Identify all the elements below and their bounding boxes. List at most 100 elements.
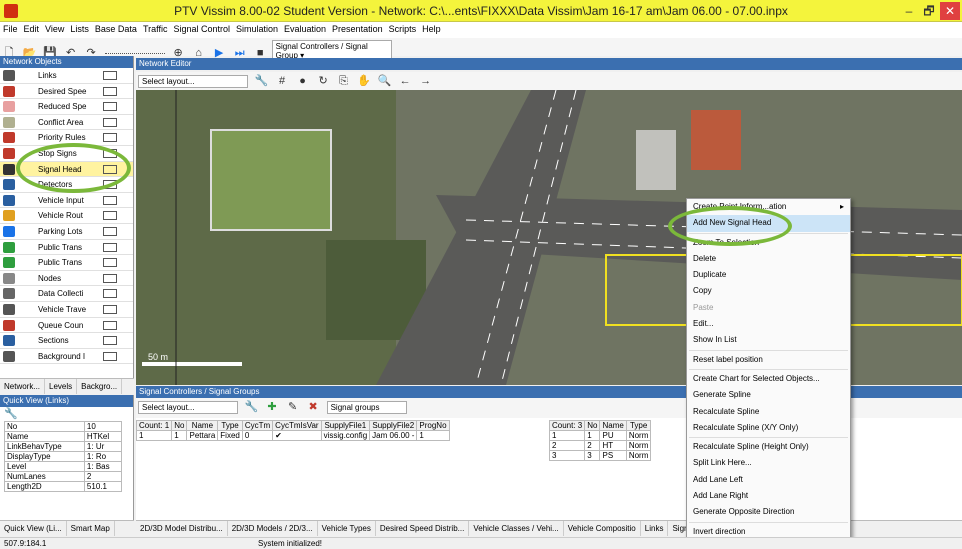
back-icon[interactable]: ← — [398, 74, 412, 88]
menu-base-data[interactable]: Base Data — [92, 22, 140, 36]
edit-icon[interactable]: ✎ — [286, 400, 300, 414]
menu-lists[interactable]: Lists — [67, 22, 92, 36]
visibility-toggle[interactable] — [103, 117, 117, 127]
quick-view-row[interactable]: NumLanes 2 — [4, 471, 123, 482]
menu-edit[interactable]: Edit — [21, 22, 43, 36]
maximize-button[interactable]: 🗗 — [920, 2, 938, 20]
visibility-toggle[interactable] — [103, 86, 117, 96]
quick-view-row[interactable]: Length2D 510.1 — [4, 481, 123, 492]
column-header[interactable]: No — [584, 420, 601, 431]
visibility-toggle[interactable] — [103, 102, 117, 112]
sg-layout-select[interactable]: Select layout... — [138, 401, 238, 414]
visibility-toggle[interactable] — [103, 211, 117, 221]
network-object-item[interactable]: Vehicle Trave — [0, 301, 133, 318]
table-row[interactable]: 1 1 Pettara Fixed 0 ✔ vissig.config Jam 06.00 -… — [135, 430, 450, 441]
context-menu-item[interactable]: Recalculate Spline (X/Y Only) — [687, 420, 850, 436]
table-cell[interactable]: 1 — [548, 430, 586, 441]
context-menu-item[interactable]: Split Link Here... — [687, 455, 850, 471]
table-cell[interactable]: PS — [599, 450, 627, 461]
column-header[interactable]: CycTm — [241, 420, 274, 431]
table-cell[interactable]: Norm — [625, 440, 652, 451]
quick-view-row[interactable]: DisplayType 1: Ro — [4, 451, 123, 462]
table-cell[interactable]: Norm — [625, 430, 652, 441]
table-cell[interactable]: 2 — [584, 440, 601, 451]
column-header[interactable]: Count: 1 — [135, 420, 173, 431]
list-tab[interactable]: Links — [641, 521, 669, 536]
visibility-toggle[interactable] — [103, 242, 117, 252]
context-menu-item[interactable]: Add Lane Right — [687, 488, 850, 504]
forward-icon[interactable]: → — [419, 74, 433, 88]
table-cell[interactable]: 0 — [241, 430, 274, 441]
column-header[interactable]: SupplyFile1 — [320, 420, 371, 431]
column-header[interactable]: Type — [217, 420, 243, 431]
list-tab[interactable]: Desired Speed Distrib... — [376, 521, 470, 536]
context-menu-item[interactable]: Reset label position — [687, 352, 850, 368]
visibility-toggle[interactable] — [103, 258, 117, 268]
grid-icon[interactable]: # — [275, 74, 289, 88]
network-object-item[interactable]: Queue Coun — [0, 317, 133, 334]
table-row[interactable]: 2 2 HT Norm — [548, 440, 652, 451]
list-tab[interactable]: 2D/3D Model Distribu... — [136, 521, 228, 536]
visibility-toggle[interactable] — [103, 226, 117, 236]
list-tab[interactable]: Vehicle Types — [318, 521, 376, 536]
table-cell[interactable]: 1 — [135, 430, 173, 441]
table-cell[interactable]: Jam 06.00 - — [369, 430, 418, 441]
zoom-icon[interactable]: 🔍 — [378, 74, 392, 88]
panel-tab[interactable]: Network... — [0, 379, 46, 394]
menu-view[interactable]: View — [42, 22, 67, 36]
visibility-toggle[interactable] — [103, 336, 117, 346]
network-object-item[interactable]: Vehicle Rout — [0, 208, 133, 224]
visibility-toggle[interactable] — [103, 289, 117, 299]
panel-tab[interactable]: Levels — [45, 379, 78, 394]
context-menu-item[interactable]: Show In List — [687, 332, 850, 348]
close-button[interactable]: ✕ — [940, 2, 960, 20]
context-menu-item[interactable]: Duplicate — [687, 267, 850, 283]
menu-simulation[interactable]: Simulation — [233, 22, 281, 36]
visibility-toggle[interactable] — [103, 304, 117, 314]
table-cell[interactable]: Norm — [625, 450, 652, 461]
network-object-item[interactable]: Nodes — [0, 270, 133, 287]
menu-scripts[interactable]: Scripts — [386, 22, 420, 36]
visibility-toggle[interactable] — [103, 195, 117, 205]
context-menu-item[interactable]: Generate Spline — [687, 387, 850, 403]
context-menu-item[interactable]: Create Chart for Selected Objects... — [687, 371, 850, 387]
network-object-item[interactable]: Conflict Area — [0, 114, 133, 131]
panel-tab[interactable]: Quick View (Li... — [0, 521, 67, 536]
table-row[interactable]: 1 1 PU Norm — [548, 430, 652, 441]
menu-presentation[interactable]: Presentation — [329, 22, 386, 36]
network-object-item[interactable]: Background I — [0, 348, 133, 365]
wrench-icon[interactable]: 🔧 — [0, 407, 133, 421]
table-cell[interactable]: 1 — [171, 430, 188, 441]
delete-icon[interactable]: ✖ — [306, 400, 320, 414]
copy-icon[interactable]: ⎘ — [337, 74, 351, 88]
visibility-toggle[interactable] — [103, 133, 117, 143]
network-object-item[interactable]: Data Collecti — [0, 286, 133, 302]
table-cell[interactable]: HT — [599, 440, 627, 451]
list-tab[interactable]: 2D/3D Models / 2D/3... — [228, 521, 318, 536]
menu-evaluation[interactable]: Evaluation — [281, 22, 329, 36]
visibility-toggle[interactable] — [103, 71, 117, 80]
column-header[interactable]: ProgNo — [416, 420, 450, 431]
sg-group-select[interactable]: Signal groups — [326, 401, 407, 414]
pan-icon[interactable]: ✋ — [357, 74, 371, 88]
panel-tab[interactable]: Backgro... — [77, 379, 123, 394]
table-cell[interactable]: Pettara — [186, 430, 219, 441]
column-header[interactable]: No — [171, 420, 188, 431]
panel-tab[interactable]: Smart Map — [67, 521, 115, 536]
timeline-icon[interactable] — [104, 40, 165, 54]
column-header[interactable]: CycTmIsVar — [272, 420, 322, 431]
context-menu-item[interactable]: Recalculate Spline (Height Only) — [687, 439, 850, 455]
editor-layout-select[interactable]: Select layout... — [138, 75, 248, 88]
column-header[interactable]: SupplyFile2 — [369, 420, 418, 431]
table-cell[interactable]: ✔ — [272, 430, 322, 441]
menu-file[interactable]: File — [0, 22, 21, 36]
wrench-icon[interactable]: 🔧 — [255, 74, 269, 88]
table-cell[interactable]: Fixed — [217, 430, 243, 441]
context-menu-item[interactable]: Add Lane Left — [687, 472, 850, 488]
table-cell[interactable]: PU — [599, 430, 627, 441]
add-icon[interactable]: ✚ — [265, 400, 279, 414]
table-cell[interactable]: 2 — [548, 440, 586, 451]
network-object-item[interactable]: Public Trans — [0, 255, 133, 271]
context-menu-item[interactable]: Paste — [687, 300, 850, 316]
network-object-item[interactable]: Links — [0, 68, 133, 84]
